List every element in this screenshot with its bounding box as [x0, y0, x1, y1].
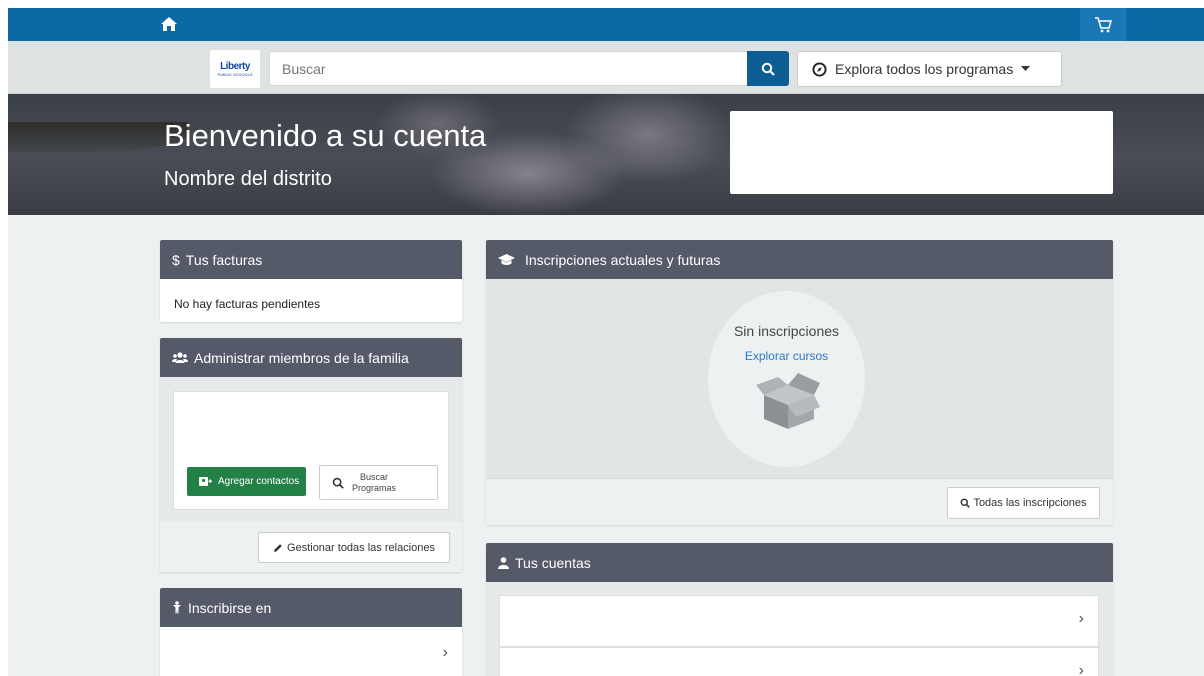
- compass-icon: [812, 61, 827, 77]
- hero-banner: Bienvenido a su cuenta Nombre del distri…: [8, 94, 1204, 215]
- invoices-panel: $ Tus facturas No hay facturas pendiente…: [160, 240, 462, 322]
- chevron-right-icon[interactable]: ›: [443, 644, 448, 662]
- graduation-cap-icon: [498, 253, 515, 266]
- user-icon: [498, 556, 509, 569]
- account-row[interactable]: ›: [499, 647, 1099, 676]
- search-icon: [761, 62, 775, 76]
- enroll-title: Inscribirse en: [188, 599, 272, 616]
- search-button[interactable]: [747, 51, 789, 86]
- search-input[interactable]: [269, 51, 748, 86]
- accounts-header: Tus cuentas: [486, 543, 1113, 582]
- district-logo[interactable]: Liberty PUBLIC SCHOOLS: [210, 50, 260, 88]
- invoices-empty-text: No hay facturas pendientes: [174, 297, 321, 311]
- child-icon: [172, 601, 182, 614]
- family-title: Administrar miembros de la familia: [194, 349, 409, 366]
- users-icon: [172, 351, 188, 364]
- manage-relationships-button[interactable]: Gestionar todas las relaciones: [258, 532, 450, 563]
- enroll-header: Inscribirse en: [160, 588, 462, 627]
- page-title: Bienvenido a su cuenta: [164, 118, 487, 153]
- family-members-box: Agregar contactos Buscar Programas: [173, 391, 449, 510]
- search-icon: [332, 477, 344, 489]
- hero-info-box: [730, 111, 1113, 194]
- caret-down-icon: [1021, 66, 1031, 71]
- no-enrollments-text: Sin inscripciones: [733, 323, 840, 339]
- add-contacts-button[interactable]: Agregar contactos: [187, 467, 306, 496]
- cart-icon[interactable]: [1080, 8, 1126, 41]
- search-icon: [961, 498, 971, 508]
- explore-label: Explora todos los programas: [835, 61, 1014, 77]
- home-icon[interactable]: [160, 15, 178, 33]
- all-enrollments-button[interactable]: Todas las inscripciones: [947, 487, 1100, 519]
- enrollments-header: Inscripciones actuales y futuras: [486, 240, 1113, 279]
- explore-programs-dropdown[interactable]: Explora todos los programas: [797, 51, 1062, 87]
- pencil-icon: [274, 543, 282, 552]
- invoices-title: Tus facturas: [185, 251, 263, 268]
- search-programs-label: Buscar Programas: [352, 471, 397, 493]
- top-nav-bar: [8, 8, 1204, 41]
- enroll-panel: Inscribirse en ›: [160, 588, 462, 676]
- search-bar: Liberty PUBLIC SCHOOLS Explora todos los…: [8, 41, 1204, 94]
- enrollments-footer: Todas las inscripciones: [486, 478, 1113, 525]
- explore-courses-link[interactable]: Explorar cursos: [708, 349, 865, 363]
- chevron-right-icon: ›: [1078, 662, 1084, 676]
- logo-subtext: PUBLIC SCHOOLS: [217, 71, 253, 77]
- page: Liberty PUBLIC SCHOOLS Explora todos los…: [8, 8, 1204, 676]
- family-header: Administrar miembros de la familia: [160, 338, 462, 377]
- account-row[interactable]: ›: [499, 595, 1099, 647]
- dollar-icon: $: [172, 251, 180, 268]
- manage-relationships-label: Gestionar todas las relaciones: [287, 541, 435, 554]
- family-footer: Gestionar todas las relaciones: [160, 522, 462, 572]
- family-panel: Administrar miembros de la familia Agreg…: [160, 338, 462, 572]
- add-contact-icon: [199, 477, 212, 486]
- invoices-header: $ Tus facturas: [160, 240, 462, 279]
- hero-background-image: [8, 122, 188, 152]
- add-contacts-label: Agregar contactos: [218, 476, 300, 487]
- chevron-right-icon: ›: [1078, 610, 1084, 627]
- empty-enrollments-illustration: Sin inscripciones Explorar cursos: [708, 291, 865, 467]
- logo-text: Liberty: [220, 60, 250, 72]
- search-programs-button[interactable]: Buscar Programas: [319, 465, 438, 500]
- all-enrollments-label: Todas las inscripciones: [973, 497, 1087, 509]
- district-name: Nombre del distrito: [164, 168, 332, 190]
- empty-box-icon: [756, 373, 820, 429]
- accounts-title: Tus cuentas: [515, 554, 591, 571]
- enrollments-title: Inscripciones actuales y futuras: [525, 251, 721, 268]
- accounts-panel: Tus cuentas › ›: [486, 543, 1113, 676]
- enrollments-panel: Inscripciones actuales y futuras Sin ins…: [486, 240, 1113, 525]
